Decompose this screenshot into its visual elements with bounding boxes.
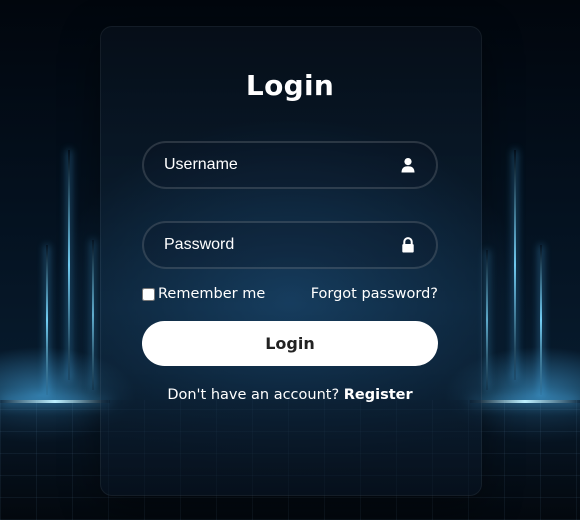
remember-me-checkbox[interactable] xyxy=(142,287,155,301)
user-icon xyxy=(401,158,415,173)
remember-me-label: Remember me xyxy=(158,286,266,302)
login-page: Login Remember me Forgot password? Login… xyxy=(0,0,580,520)
remember-me[interactable]: Remember me xyxy=(142,286,265,302)
neon-light-left-2 xyxy=(68,150,70,380)
neon-light-right-2 xyxy=(514,150,516,380)
login-title: Login xyxy=(245,69,335,102)
password-input[interactable] xyxy=(144,223,436,267)
username-field[interactable] xyxy=(142,141,438,189)
username-input[interactable] xyxy=(144,143,436,187)
register-prompt-text: Don't have an account? xyxy=(167,387,340,403)
neon-light-right-1 xyxy=(486,250,488,390)
register-link[interactable]: Register xyxy=(344,387,413,403)
neon-light-right-3 xyxy=(540,245,542,395)
register-prompt-row: Don't have an account? Register xyxy=(0,387,580,403)
neon-light-left-3 xyxy=(92,240,94,390)
lock-icon xyxy=(402,237,414,253)
password-field[interactable] xyxy=(142,221,438,269)
forgot-password-link[interactable]: Forgot password? xyxy=(311,286,438,302)
neon-light-left-1 xyxy=(46,245,48,395)
login-button[interactable]: Login xyxy=(142,321,438,366)
